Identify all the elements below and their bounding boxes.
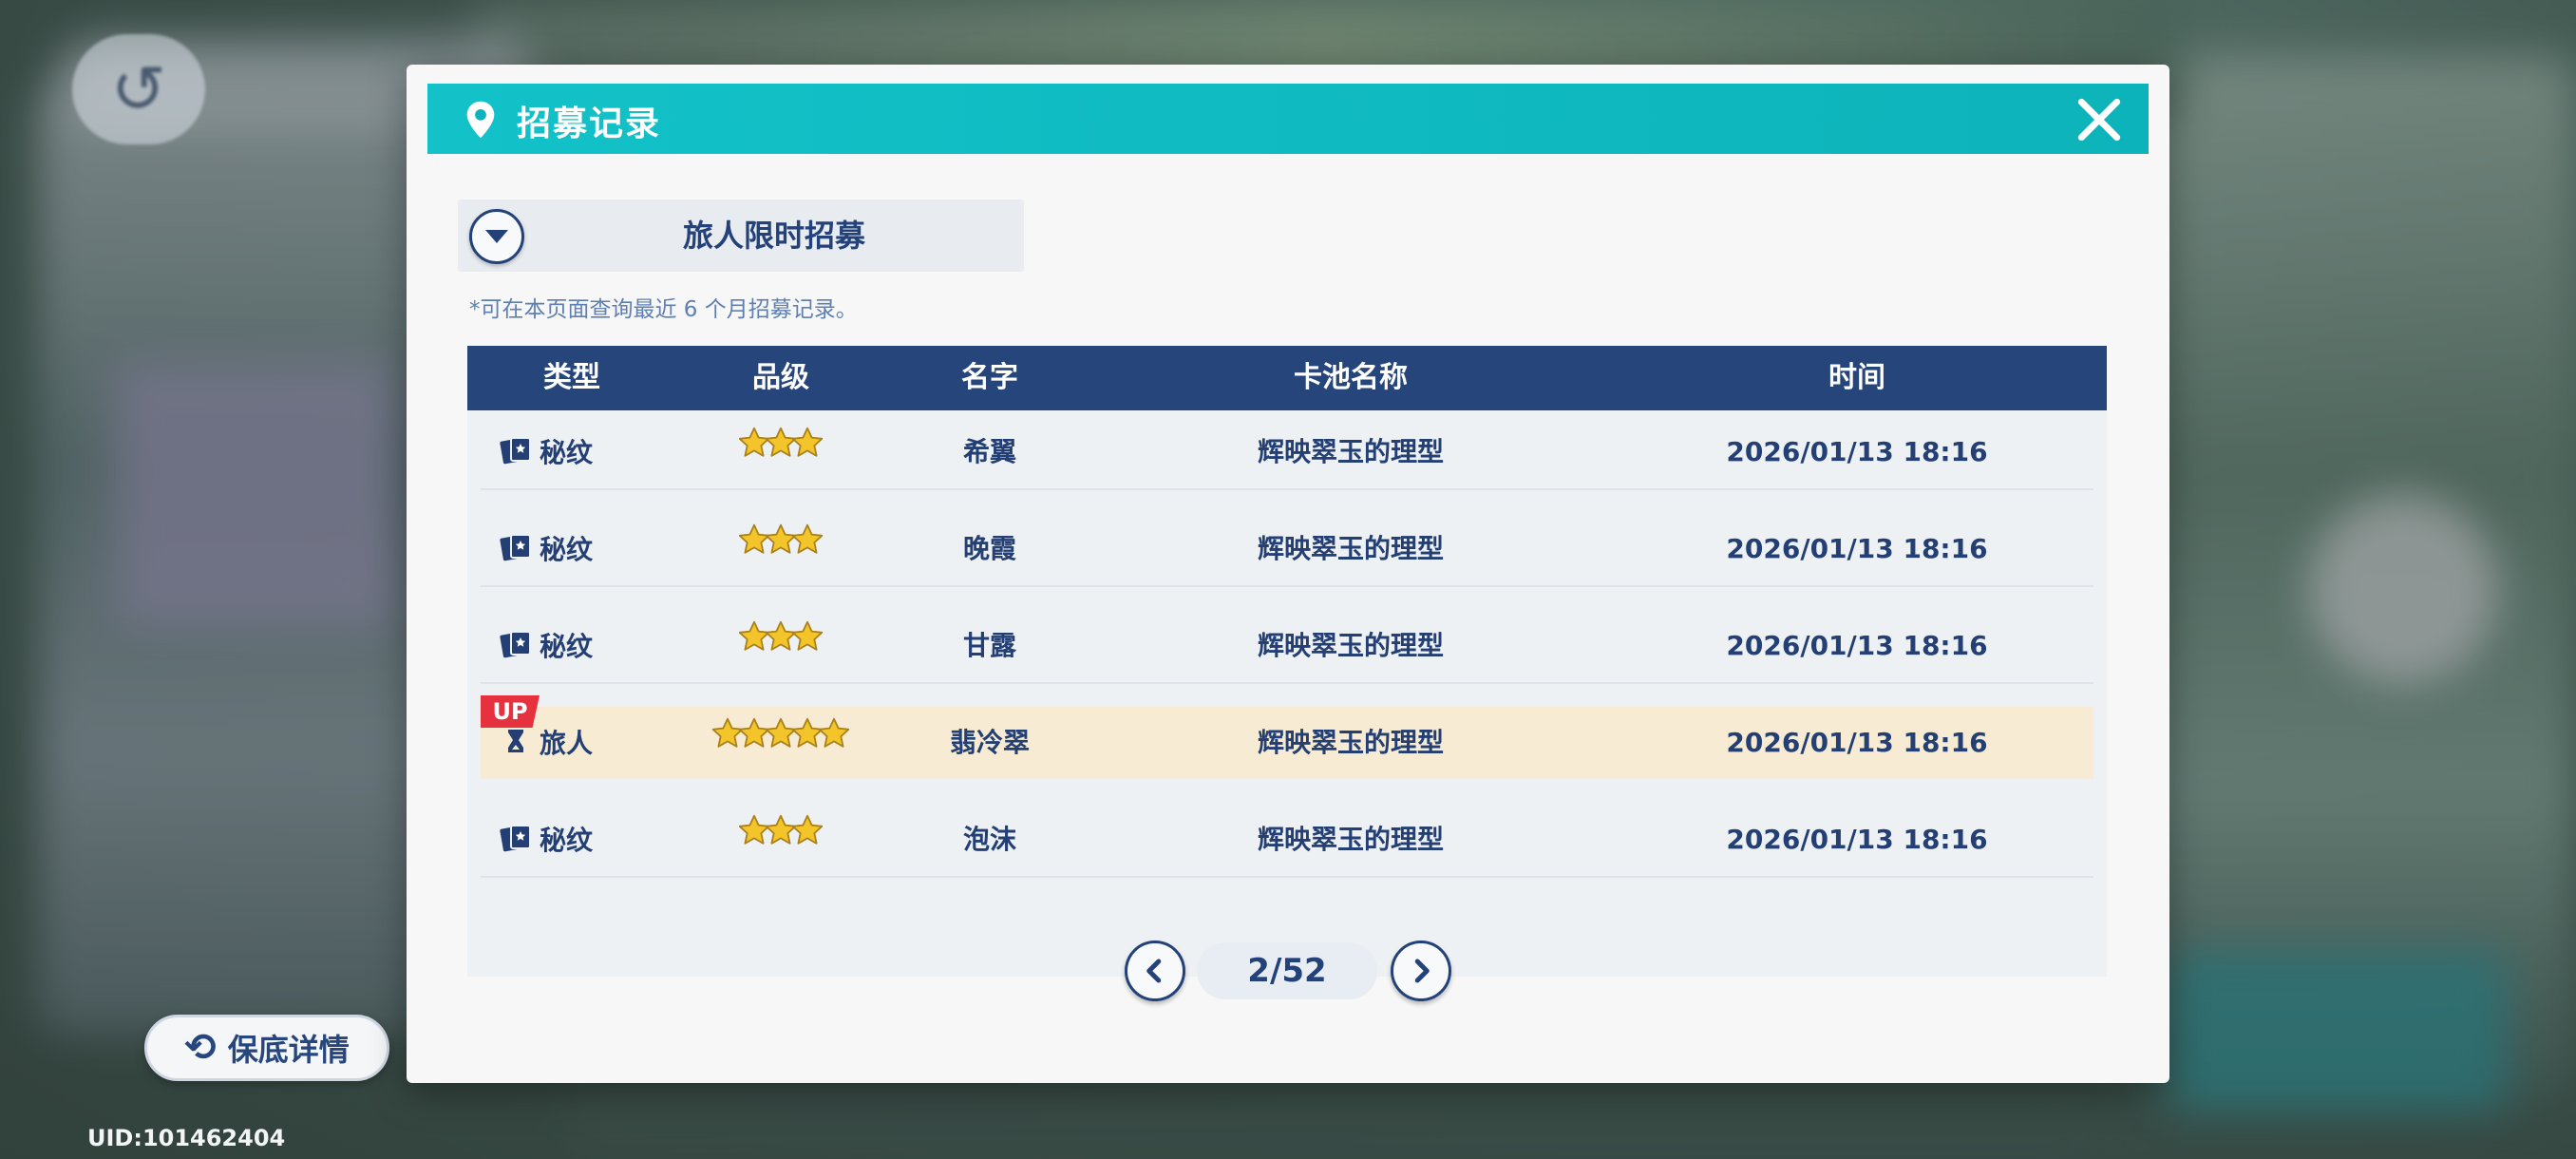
prev-page-button[interactable] xyxy=(1125,940,1185,1001)
card-icon xyxy=(500,825,531,852)
rank-cell xyxy=(676,804,885,876)
rank-cell xyxy=(676,416,885,488)
table-header: 类型 品级 名字 卡池名称 时间 xyxy=(467,346,2107,410)
name-cell: 翡冷翠 xyxy=(949,727,1030,758)
name-cell: 甘露 xyxy=(962,630,1016,661)
card-icon xyxy=(500,437,531,465)
type-cell: 秘纹 xyxy=(481,513,676,585)
star-icon xyxy=(818,717,850,748)
table-row: 秘纹 希翼 辉映翠玉的理型 2026/01/13 18:16 xyxy=(481,416,2093,490)
header-type: 类型 xyxy=(543,361,600,394)
dialog-title-bar: 招募记录 xyxy=(427,84,2149,154)
pagination: 2/52 xyxy=(1125,939,1451,1005)
star-icon xyxy=(791,620,824,651)
type-label: 秘纹 xyxy=(540,534,594,565)
header-time: 时间 xyxy=(1828,361,1885,394)
table-row: 秘纹 甘露 辉映翠玉的理型 2026/01/13 18:16 xyxy=(481,610,2093,684)
chevron-left-icon xyxy=(1146,959,1162,983)
rank-cell xyxy=(676,707,885,779)
page-indicator: 2/52 xyxy=(1197,942,1377,999)
name-cell: 晚霞 xyxy=(962,533,1016,564)
type-label: 秘纹 xyxy=(540,825,594,856)
dialog-title: 招募记录 xyxy=(517,104,662,143)
refresh-icon: ⟲ xyxy=(184,1026,217,1070)
close-icon[interactable] xyxy=(2073,93,2126,146)
pool-cell: 辉映翠玉的理型 xyxy=(1257,533,1444,564)
guarantee-details-button[interactable]: ⟲ 保底详情 xyxy=(144,1015,389,1081)
star-icon xyxy=(791,814,824,845)
type-label: 秘纹 xyxy=(540,631,594,662)
name-cell: 希翼 xyxy=(962,436,1016,467)
pool-cell: 辉映翠玉的理型 xyxy=(1257,436,1444,467)
next-page-button[interactable] xyxy=(1391,940,1451,1001)
traveler-icon xyxy=(508,730,523,752)
star-icon xyxy=(791,523,824,554)
pool-cell: 辉映翠玉的理型 xyxy=(1257,824,1444,855)
pool-cell: 辉映翠玉的理型 xyxy=(1257,727,1444,758)
location-pin-icon xyxy=(466,101,495,139)
table-row: 秘纹 晚霞 辉映翠玉的理型 2026/01/13 18:16 xyxy=(481,513,2093,587)
table-row: UP 旅人 翡冷翠 辉映翠玉的理型 2026/01/13 18:16 xyxy=(481,695,2093,779)
star-icon xyxy=(791,427,824,457)
table-row: 秘纹 泡沫 辉映翠玉的理型 2026/01/13 18:16 xyxy=(481,804,2093,878)
pool-dropdown-label: 旅人限时招募 xyxy=(682,218,865,254)
time-cell: 2026/01/13 18:16 xyxy=(1726,630,1988,661)
back-icon: ↺ xyxy=(72,34,205,144)
star-rating xyxy=(711,706,850,778)
uid-label: UID:101462404 xyxy=(87,1125,286,1151)
type-cell: 秘纹 xyxy=(481,610,676,682)
record-table: 类型 品级 名字 卡池名称 时间 秘纹 希翼 辉映翠玉的理型 2026/01/13 1… xyxy=(467,346,2107,977)
type-label: 秘纹 xyxy=(540,437,594,468)
header-name: 名字 xyxy=(961,361,1018,394)
pool-cell: 辉映翠玉的理型 xyxy=(1257,630,1444,661)
star-rating xyxy=(738,512,824,584)
time-cell: 2026/01/13 18:16 xyxy=(1726,436,1988,467)
guarantee-details-label: 保底详情 xyxy=(227,1032,350,1068)
card-icon xyxy=(500,534,531,561)
time-cell: 2026/01/13 18:16 xyxy=(1726,824,1988,855)
time-cell: 2026/01/13 18:16 xyxy=(1726,533,1988,564)
type-cell: 秘纹 xyxy=(481,416,676,488)
time-cell: 2026/01/13 18:16 xyxy=(1726,727,1988,758)
header-pool: 卡池名称 xyxy=(1294,361,1408,394)
chevron-down-icon xyxy=(469,209,524,264)
name-cell: 泡沫 xyxy=(962,824,1016,855)
recruit-record-dialog: 招募记录 旅人限时招募 *可在本页面查询最近 6 个月招募记录。 类型 品级 名… xyxy=(407,65,2169,1083)
type-label: 旅人 xyxy=(540,728,594,759)
type-cell: 旅人 xyxy=(481,707,676,779)
pool-dropdown[interactable]: 旅人限时招募 xyxy=(458,200,1024,272)
card-icon xyxy=(500,631,531,658)
header-rank: 品级 xyxy=(752,361,809,394)
star-rating xyxy=(738,415,824,487)
rank-cell xyxy=(676,610,885,682)
star-rating xyxy=(738,803,824,875)
type-cell: 秘纹 xyxy=(481,804,676,876)
star-rating xyxy=(738,609,824,681)
rank-cell xyxy=(676,513,885,585)
chevron-right-icon xyxy=(1414,959,1430,983)
history-notice: *可在本页面查询最近 6 个月招募记录。 xyxy=(469,297,858,322)
